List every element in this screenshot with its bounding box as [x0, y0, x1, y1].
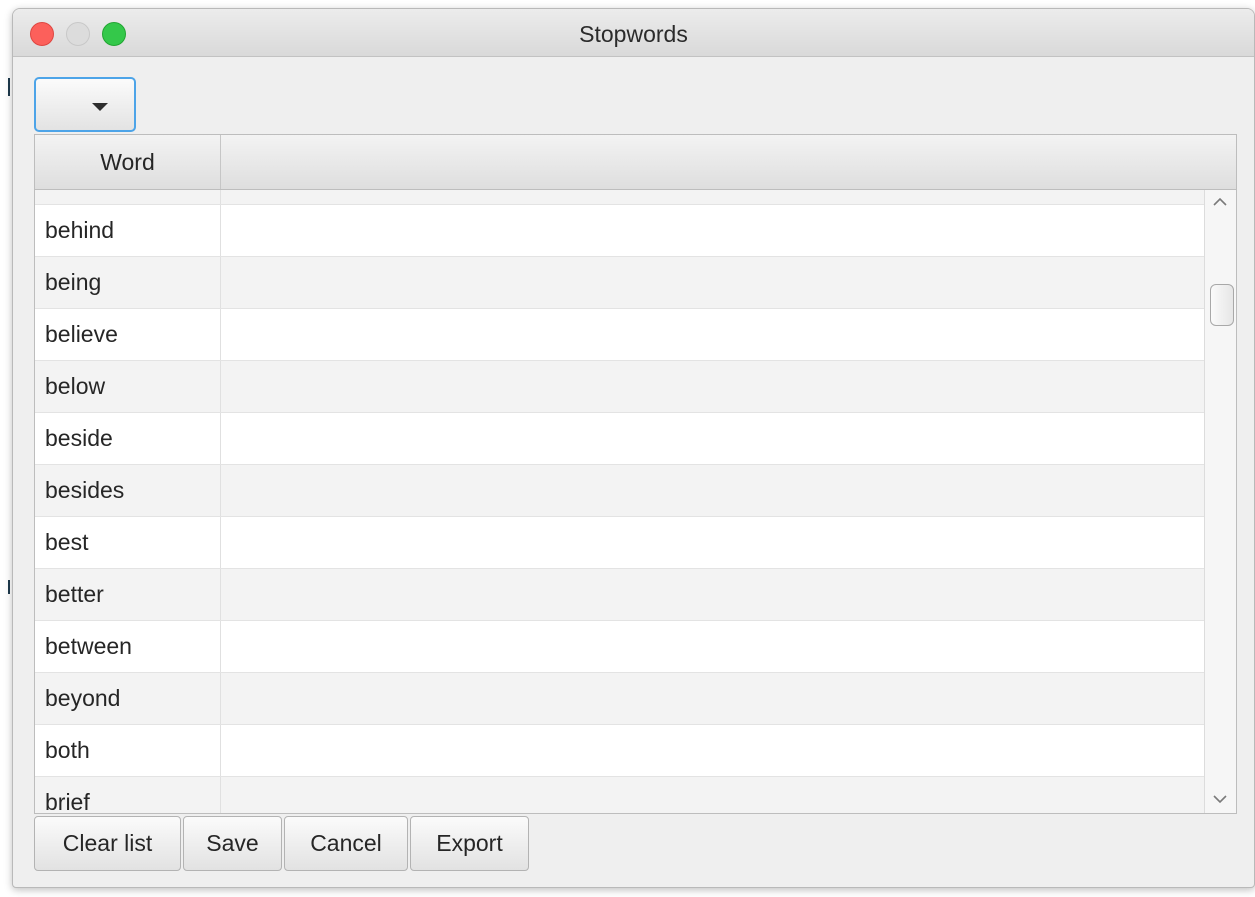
word-cell: below: [35, 361, 221, 412]
stopwords-window: Stopwords Word behind being believe below be…: [12, 8, 1255, 888]
table-row[interactable]: both: [35, 725, 1205, 777]
scroll-down-button[interactable]: [1205, 789, 1236, 811]
window-title: Stopwords: [579, 21, 688, 47]
word-cell: beyond: [35, 673, 221, 724]
list-select-dropdown[interactable]: [34, 77, 136, 132]
table-row[interactable]: brief: [35, 777, 1205, 813]
scroll-up-button[interactable]: [1205, 192, 1236, 214]
column-header-word[interactable]: Word: [35, 135, 221, 189]
cancel-button[interactable]: Cancel: [284, 816, 408, 871]
clear-list-button[interactable]: Clear list: [34, 816, 181, 871]
word-cell: beside: [35, 413, 221, 464]
export-button[interactable]: Export: [410, 816, 529, 871]
table-rows: behind being believe below beside besides best…: [35, 190, 1205, 813]
table-header: Word: [35, 135, 1236, 190]
table-row[interactable]: best: [35, 517, 1205, 569]
table-row[interactable]: beyond: [35, 673, 1205, 725]
title-bar[interactable]: Stopwords: [13, 9, 1254, 57]
column-header-empty[interactable]: [221, 135, 1236, 189]
table-row[interactable]: believe: [35, 309, 1205, 361]
table-row[interactable]: below: [35, 361, 1205, 413]
word-cell: besides: [35, 465, 221, 516]
stopwords-table: Word behind being believe below beside beside…: [34, 134, 1237, 814]
word-cell: both: [35, 725, 221, 776]
vertical-scrollbar[interactable]: [1204, 190, 1236, 813]
edge-artifact: [8, 78, 10, 96]
table-row[interactable]: besides: [35, 465, 1205, 517]
word-cell: [35, 190, 221, 204]
edge-artifact: [8, 580, 10, 594]
table-row[interactable]: beside: [35, 413, 1205, 465]
word-cell: behind: [35, 205, 221, 256]
table-row[interactable]: [35, 190, 1205, 205]
word-cell: better: [35, 569, 221, 620]
chevron-down-icon: [92, 103, 108, 111]
word-cell: between: [35, 621, 221, 672]
save-button[interactable]: Save: [183, 816, 282, 871]
table-body: behind being believe below beside besides best…: [35, 190, 1205, 813]
table-row[interactable]: behind: [35, 205, 1205, 257]
word-cell: brief: [35, 777, 221, 813]
word-cell: best: [35, 517, 221, 568]
chevron-up-icon: [1213, 197, 1227, 206]
scrollbar-thumb[interactable]: [1210, 284, 1234, 326]
table-row[interactable]: being: [35, 257, 1205, 309]
word-cell: believe: [35, 309, 221, 360]
table-row[interactable]: between: [35, 621, 1205, 673]
table-row[interactable]: better: [35, 569, 1205, 621]
word-cell: being: [35, 257, 221, 308]
chevron-down-icon: [1213, 795, 1227, 804]
